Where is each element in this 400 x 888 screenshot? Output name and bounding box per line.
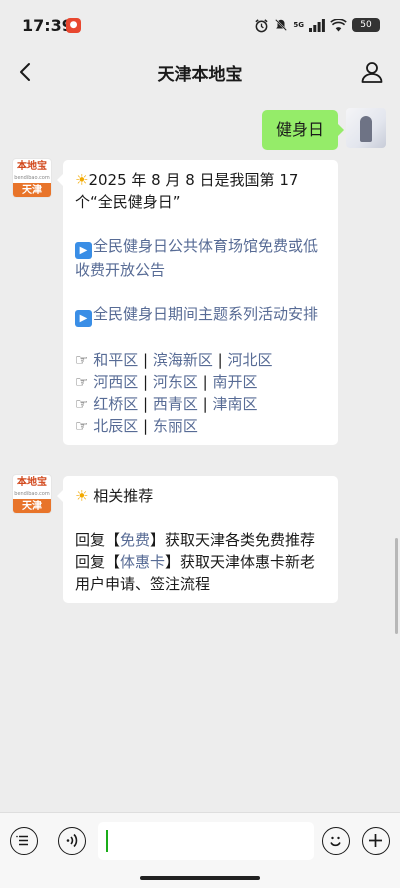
status-bar: 17:39 ● 5G 50 bbox=[0, 0, 400, 50]
signal-icon bbox=[309, 18, 325, 32]
keyword-card-link[interactable]: 体惠卡 bbox=[120, 553, 165, 571]
bot-logo-domain: bendibao.com bbox=[14, 491, 50, 497]
title-bar: 天津本地宝 bbox=[0, 48, 400, 96]
separator: | bbox=[217, 351, 223, 369]
plus-icon bbox=[369, 834, 382, 847]
district-link[interactable]: 河西区 bbox=[93, 373, 138, 391]
separator: | bbox=[202, 395, 208, 413]
district-row: ☞ 河西区 | 河东区 | 南开区 bbox=[75, 371, 326, 393]
outgoing-message-bubble[interactable]: 健身日 bbox=[261, 110, 345, 150]
bot-logo-domain: bendibao.com bbox=[14, 175, 50, 181]
voice-button[interactable] bbox=[58, 827, 86, 855]
reply-bubble-2[interactable]: ☀ 相关推荐 回复【免费】获取天津各类免费推荐 回复【体惠卡】获取天津体惠卡新老… bbox=[57, 476, 338, 603]
mute-icon bbox=[275, 19, 288, 31]
app-notification-icon: ● bbox=[66, 18, 81, 33]
network-type-label: 5G bbox=[293, 20, 304, 29]
text-caret bbox=[106, 830, 108, 852]
card-reply-line: 回复【体惠卡】获取天津体惠卡新老用户申请、签注流程 bbox=[75, 553, 316, 593]
voice-icon bbox=[66, 833, 78, 848]
bot-avatar[interactable]: 本地宝 bendibao.com 天津 bbox=[12, 158, 52, 198]
bot-logo-text: 本地宝 bbox=[17, 161, 47, 172]
bot-logo-text: 本地宝 bbox=[17, 477, 47, 488]
activity-schedule-link[interactable]: 全民健身日期间主题系列活动安排 bbox=[93, 305, 318, 323]
avatar-figure bbox=[360, 116, 372, 142]
message-input[interactable] bbox=[98, 822, 314, 860]
bot-logo-city: 天津 bbox=[13, 183, 51, 197]
district-link[interactable]: 东丽区 bbox=[153, 417, 198, 435]
play-icon: ▶ bbox=[75, 310, 92, 327]
scrollbar-thumb[interactable] bbox=[395, 538, 398, 634]
district-link[interactable]: 南开区 bbox=[213, 373, 258, 391]
intro-text: 2025 年 8 月 8 日是我国第 17 个“全民健身日” bbox=[75, 171, 299, 211]
keyword-free-link[interactable]: 免费 bbox=[120, 531, 150, 549]
recommend-title-text: 相关推荐 bbox=[93, 487, 154, 505]
district-link[interactable]: 滨海新区 bbox=[153, 351, 213, 369]
pointing-hand-icon: ☞ bbox=[75, 373, 89, 391]
emoji-icon bbox=[330, 836, 341, 847]
district-link[interactable]: 和平区 bbox=[93, 351, 138, 369]
separator: | bbox=[143, 417, 149, 435]
recommend-title: ☀ 相关推荐 bbox=[75, 485, 326, 507]
wifi-icon bbox=[330, 18, 347, 32]
event-notice-row: ▶ 全民健身日公共体育场馆免费或低收费开放公告 bbox=[75, 235, 326, 281]
play-icon: ▶ bbox=[75, 242, 92, 259]
separator: | bbox=[143, 373, 149, 391]
menu-button[interactable] bbox=[10, 827, 38, 855]
pointing-hand-icon: ☞ bbox=[75, 417, 89, 435]
free-reply-line: 回复【免费】获取天津各类免费推荐 bbox=[75, 531, 316, 549]
district-link[interactable]: 津南区 bbox=[213, 395, 258, 413]
profile-icon[interactable] bbox=[358, 58, 386, 86]
separator: | bbox=[143, 351, 149, 369]
district-link[interactable]: 河北区 bbox=[228, 351, 273, 369]
page-title: 天津本地宝 bbox=[157, 65, 243, 85]
home-indicator[interactable] bbox=[140, 876, 260, 880]
more-button[interactable] bbox=[362, 827, 390, 855]
district-link[interactable]: 红桥区 bbox=[93, 395, 138, 413]
event-schedule-row: ▶ 全民健身日期间主题系列活动安排 bbox=[75, 303, 326, 327]
separator: | bbox=[202, 373, 208, 391]
district-row: ☞ 和平区 | 滨海新区 | 河北区 bbox=[75, 349, 326, 371]
district-link[interactable]: 北辰区 bbox=[93, 417, 138, 435]
district-link[interactable]: 河东区 bbox=[153, 373, 198, 391]
battery-indicator: 50 bbox=[352, 18, 380, 32]
reply-bubble-1[interactable]: ☀2025 年 8 月 8 日是我国第 17 个“全民健身日” ▶ 全民健身日公共… bbox=[57, 160, 338, 445]
bot-logo: 本地宝 bendibao.com bbox=[13, 159, 51, 183]
sun-icon: ☀ bbox=[75, 487, 89, 505]
venue-notice-link[interactable]: 全民健身日公共体育场馆免费或低收费开放公告 bbox=[75, 237, 318, 279]
sun-icon: ☀ bbox=[75, 171, 89, 189]
bot-logo-city: 天津 bbox=[13, 499, 51, 513]
reply-intro: ☀2025 年 8 月 8 日是我国第 17 个“全民健身日” bbox=[75, 169, 326, 213]
alarm-icon bbox=[255, 18, 268, 32]
emoji-button[interactable] bbox=[322, 827, 350, 855]
pointing-hand-icon: ☞ bbox=[75, 395, 89, 413]
district-link[interactable]: 西青区 bbox=[153, 395, 198, 413]
bot-logo: 本地宝 bendibao.com bbox=[13, 475, 51, 499]
district-row: ☞ 北辰区 | 东丽区 bbox=[75, 415, 326, 437]
status-icons: 5G 50 bbox=[254, 15, 380, 35]
separator: | bbox=[143, 395, 149, 413]
menu-icon bbox=[16, 835, 28, 846]
user-avatar[interactable] bbox=[346, 108, 386, 148]
bot-avatar[interactable]: 本地宝 bendibao.com 天津 bbox=[12, 474, 52, 514]
pointing-hand-icon: ☞ bbox=[75, 351, 89, 369]
district-row: ☞ 红桥区 | 西青区 | 津南区 bbox=[75, 393, 326, 415]
